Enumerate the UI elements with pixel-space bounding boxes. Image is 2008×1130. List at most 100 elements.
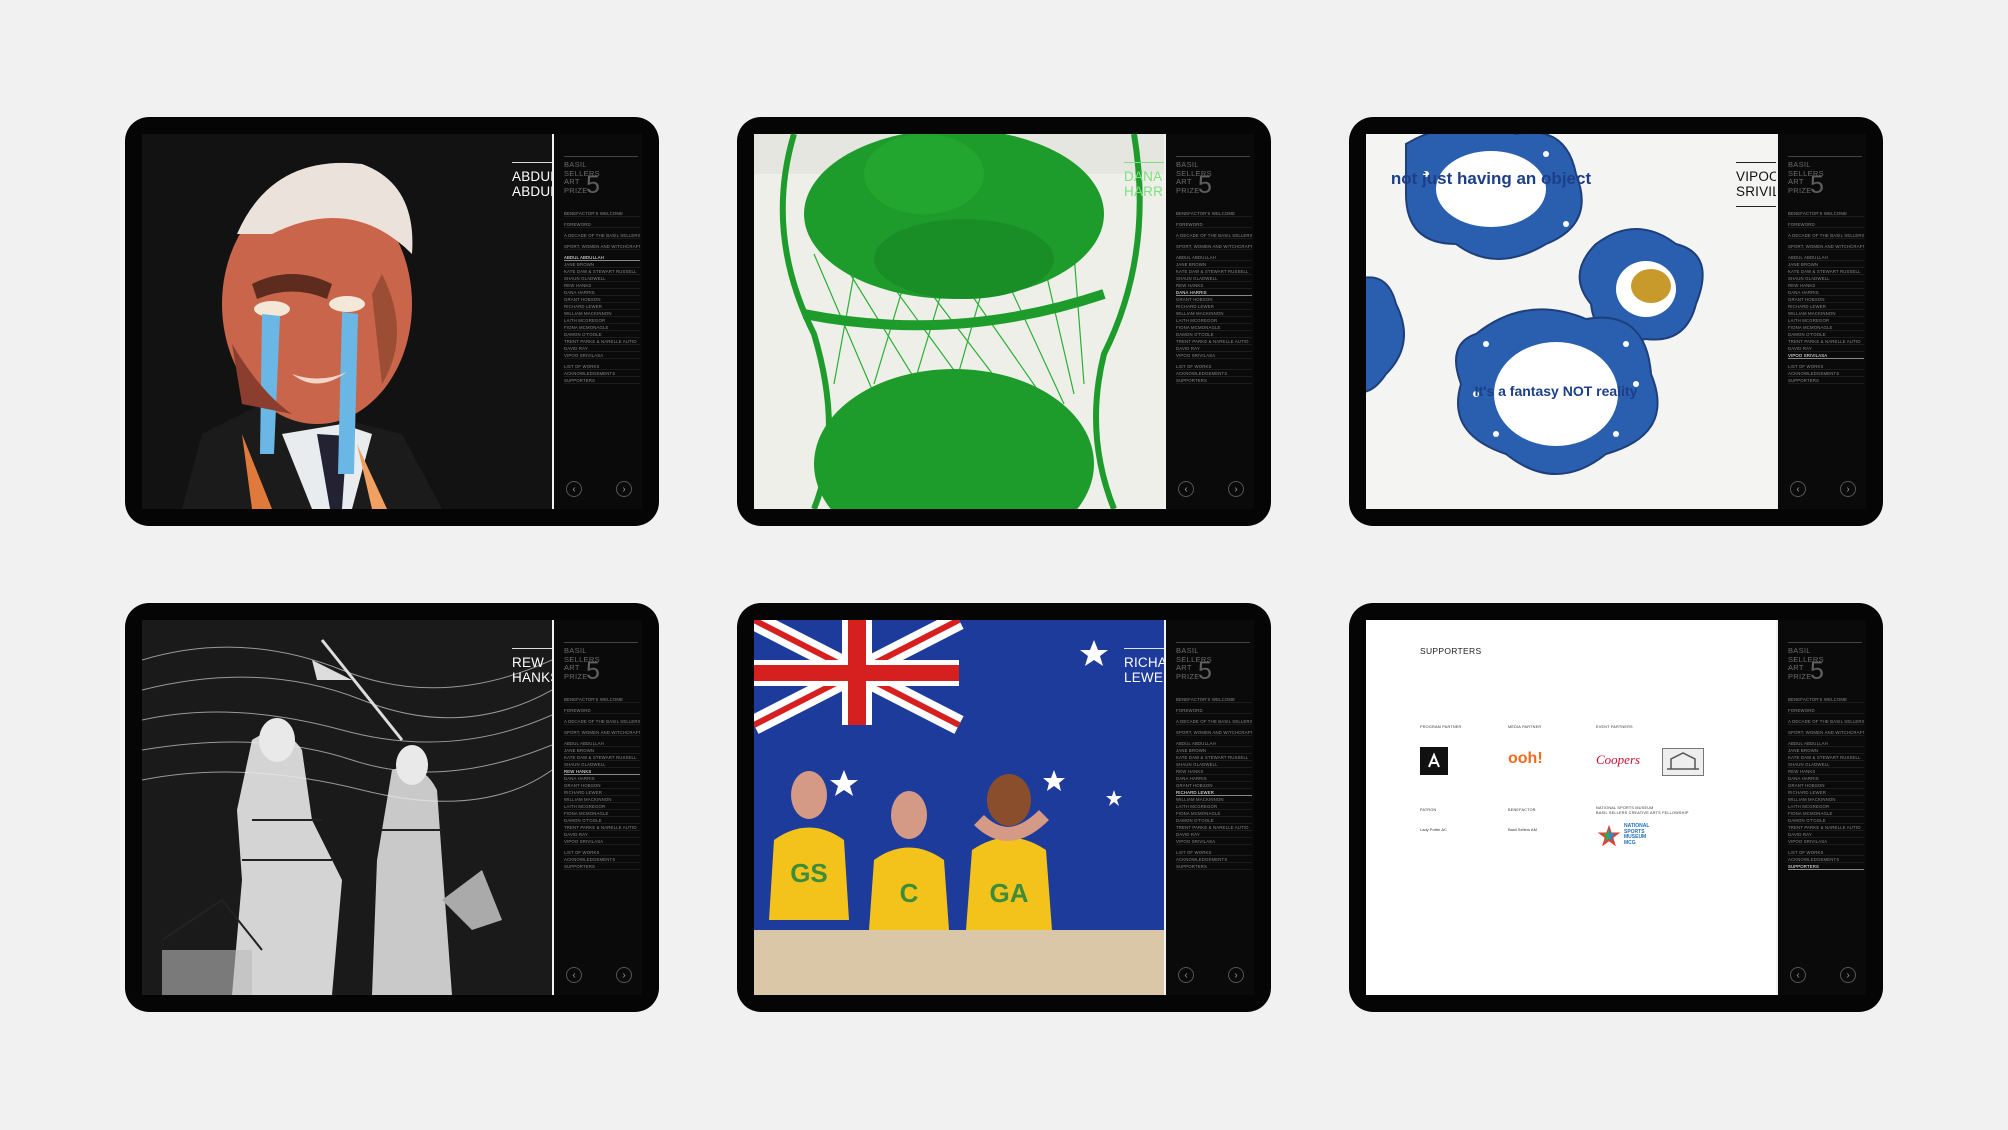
menu-item[interactable]: Acknowledgements [564, 370, 640, 377]
menu-item[interactable]: Supporters [1788, 863, 1864, 870]
menu-item[interactable]: Foreword [1788, 221, 1864, 228]
next-page-button[interactable]: › [616, 967, 632, 983]
menu-item[interactable]: Jane Brown [564, 747, 640, 754]
next-page-button[interactable]: › [1840, 967, 1856, 983]
menu-item[interactable]: List of works [564, 849, 640, 856]
menu-item[interactable]: William Mackinnon [1788, 310, 1864, 317]
menu-item[interactable]: Richard Lewer [564, 303, 640, 310]
menu-item[interactable]: Sport, women and witchcraft [1176, 729, 1252, 736]
menu-item[interactable]: Acknowledgements [1176, 856, 1252, 863]
menu-item[interactable]: Jane Brown [1176, 261, 1252, 268]
menu-item[interactable]: Richard Lewer [1176, 303, 1252, 310]
menu-item[interactable]: Sport, women and witchcraft [564, 729, 640, 736]
menu-item[interactable]: Damon O'Toole [1176, 331, 1252, 338]
menu-item[interactable]: David Ray [1788, 345, 1864, 352]
menu-item[interactable]: Benefactor's welcome [1788, 696, 1864, 703]
menu-item[interactable]: Trent Parke & Narelle Autio [1176, 338, 1252, 345]
menu-item[interactable]: A decade of the Basil Sellers Art Prize [564, 232, 640, 239]
menu-item[interactable]: David Ray [1176, 831, 1252, 838]
previous-page-button[interactable]: ‹ [1178, 481, 1194, 497]
menu-item[interactable]: Shaun Gladwell [1788, 761, 1864, 768]
menu-item[interactable]: Benefactor's welcome [1176, 210, 1252, 217]
menu-item[interactable]: Laith McGregor [1176, 317, 1252, 324]
menu-item[interactable]: Foreword [564, 707, 640, 714]
menu-item[interactable]: Fiona McMonagle [1788, 324, 1864, 331]
menu-item[interactable]: Foreword [1176, 221, 1252, 228]
menu-item[interactable]: Benefactor's welcome [1176, 696, 1252, 703]
menu-item[interactable]: A decade of the Basil Sellers Art Prize [1788, 232, 1864, 239]
menu-item[interactable]: Benefactor's welcome [564, 696, 640, 703]
menu-item[interactable]: Dana Harris [1788, 289, 1864, 296]
menu-item[interactable]: Rew Hanks [1788, 768, 1864, 775]
menu-item[interactable]: Rew Hanks [564, 768, 640, 775]
next-page-button[interactable]: › [1228, 481, 1244, 497]
menu-item[interactable]: Richard Lewer [1788, 303, 1864, 310]
menu-item[interactable]: Dana Harris [1176, 289, 1252, 296]
menu-item[interactable]: Trent Parke & Narelle Autio [1788, 338, 1864, 345]
menu-item[interactable]: Kate Daw & Stewart Russell [1176, 754, 1252, 761]
menu-item[interactable]: Foreword [1788, 707, 1864, 714]
menu-item[interactable]: Grant Hobson [1788, 782, 1864, 789]
menu-item[interactable]: Laith McGregor [1788, 317, 1864, 324]
menu-item[interactable]: Abdul Abdullah [1176, 740, 1252, 747]
menu-item[interactable]: Kate Daw & Stewart Russell [564, 268, 640, 275]
menu-item[interactable]: Supporters [564, 377, 640, 384]
next-page-button[interactable]: › [1228, 967, 1244, 983]
menu-item[interactable]: A decade of the Basil Sellers Art Prize [1176, 718, 1252, 725]
menu-item[interactable]: Sport, women and witchcraft [1176, 243, 1252, 250]
menu-item[interactable]: Abdul Abdullah [564, 254, 640, 261]
menu-item[interactable]: Supporters [564, 863, 640, 870]
menu-item[interactable]: Grant Hobson [1176, 296, 1252, 303]
menu-item[interactable]: Foreword [564, 221, 640, 228]
menu-item[interactable]: Fiona McMonagle [1176, 324, 1252, 331]
menu-item[interactable]: Vipoo Srivilasa [1176, 352, 1252, 359]
menu-item[interactable]: Fiona McMonagle [564, 324, 640, 331]
menu-item[interactable]: Sport, women and witchcraft [1788, 729, 1864, 736]
menu-item[interactable]: Vipoo Srivilasa [564, 352, 640, 359]
menu-item[interactable]: A decade of the Basil Sellers Art Prize [564, 718, 640, 725]
previous-page-button[interactable]: ‹ [1790, 481, 1806, 497]
menu-item[interactable]: Jane Brown [1176, 747, 1252, 754]
menu-item[interactable]: Dana Harris [1176, 775, 1252, 782]
menu-item[interactable]: Grant Hobson [564, 782, 640, 789]
menu-item[interactable]: Fiona McMonagle [1176, 810, 1252, 817]
menu-item[interactable]: Sport, women and witchcraft [564, 243, 640, 250]
menu-item[interactable]: Vipoo Srivilasa [564, 838, 640, 845]
menu-item[interactable]: Shaun Gladwell [1176, 275, 1252, 282]
menu-item[interactable]: Acknowledgements [564, 856, 640, 863]
menu-item[interactable]: Kate Daw & Stewart Russell [1788, 754, 1864, 761]
menu-item[interactable]: A decade of the Basil Sellers Art Prize [1176, 232, 1252, 239]
next-page-button[interactable]: › [616, 481, 632, 497]
menu-item[interactable]: List of works [564, 363, 640, 370]
menu-item[interactable]: Abdul Abdullah [1788, 254, 1864, 261]
previous-page-button[interactable]: ‹ [1790, 967, 1806, 983]
menu-item[interactable]: Vipoo Srivilasa [1788, 352, 1864, 359]
menu-item[interactable]: Supporters [1176, 377, 1252, 384]
menu-item[interactable]: Shaun Gladwell [1788, 275, 1864, 282]
menu-item[interactable]: Damon O'Toole [564, 331, 640, 338]
menu-item[interactable]: David Ray [564, 345, 640, 352]
next-page-button[interactable]: › [1840, 481, 1856, 497]
menu-item[interactable]: William Mackinnon [564, 310, 640, 317]
menu-item[interactable]: William Mackinnon [1176, 796, 1252, 803]
menu-item[interactable]: Grant Hobson [564, 296, 640, 303]
menu-item[interactable]: Vipoo Srivilasa [1788, 838, 1864, 845]
menu-item[interactable]: Fiona McMonagle [564, 810, 640, 817]
menu-item[interactable]: List of works [1788, 849, 1864, 856]
menu-item[interactable]: Damon O'Toole [564, 817, 640, 824]
menu-item[interactable]: Laith McGregor [1176, 803, 1252, 810]
menu-item[interactable]: Rew Hanks [1176, 768, 1252, 775]
menu-item[interactable]: Grant Hobson [1176, 782, 1252, 789]
menu-item[interactable]: Kate Daw & Stewart Russell [1176, 268, 1252, 275]
menu-item[interactable]: Rew Hanks [1788, 282, 1864, 289]
menu-item[interactable]: Vipoo Srivilasa [1176, 838, 1252, 845]
menu-item[interactable]: Abdul Abdullah [564, 740, 640, 747]
previous-page-button[interactable]: ‹ [566, 967, 582, 983]
menu-item[interactable]: Shaun Gladwell [564, 761, 640, 768]
menu-item[interactable]: Laith McGregor [564, 317, 640, 324]
menu-item[interactable]: Dana Harris [564, 289, 640, 296]
menu-item[interactable]: William Mackinnon [564, 796, 640, 803]
menu-item[interactable]: Trent Parke & Narelle Autio [564, 338, 640, 345]
menu-item[interactable]: Richard Lewer [564, 789, 640, 796]
menu-item[interactable]: Shaun Gladwell [564, 275, 640, 282]
